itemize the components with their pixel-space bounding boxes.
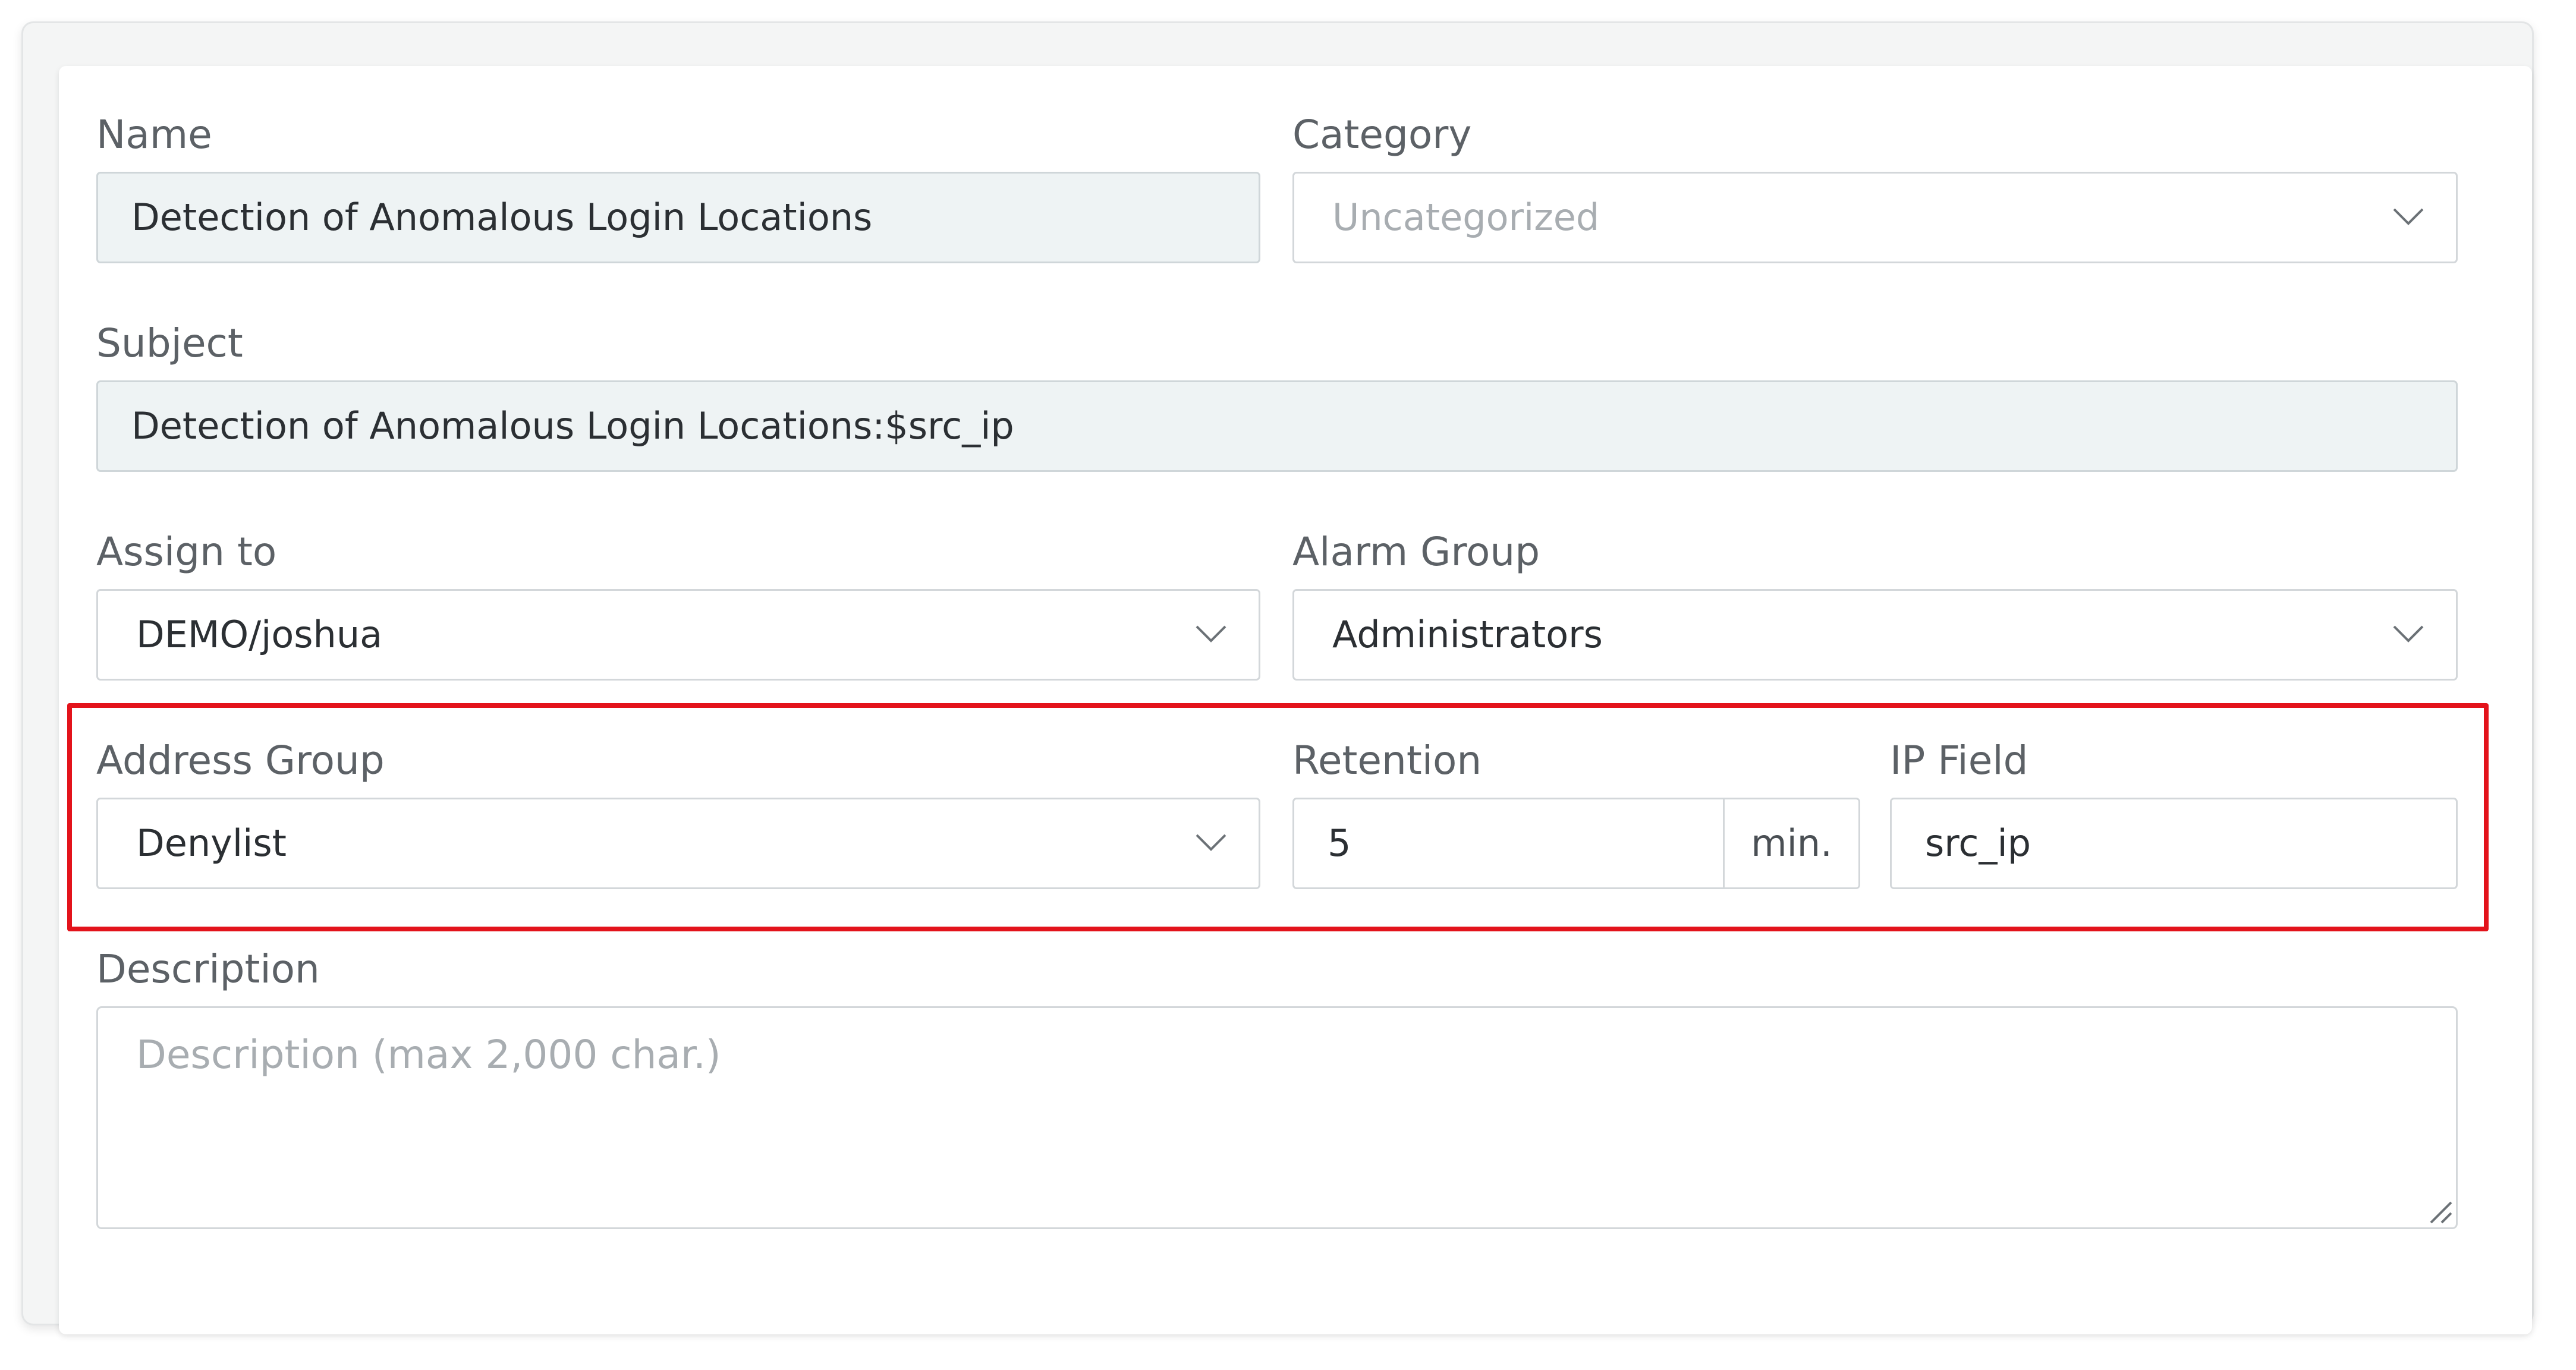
chevron-down-icon xyxy=(1194,830,1228,854)
category-label: Category xyxy=(1292,112,1472,158)
category-placeholder: Uncategorized xyxy=(1332,196,1600,239)
ip-field-label: IP Field xyxy=(1890,738,2028,783)
category-select[interactable]: Uncategorized xyxy=(1292,172,2458,263)
alarm-group-select[interactable]: Administrators xyxy=(1292,589,2458,681)
assign-to-label: Assign to xyxy=(96,529,277,575)
address-group-label: Address Group xyxy=(96,738,385,783)
name-field[interactable]: Detection of Anomalous Login Locations xyxy=(96,172,1260,263)
chevron-down-icon xyxy=(2392,204,2425,228)
address-group-value: Denylist xyxy=(136,821,287,865)
description-placeholder: Description (max 2,000 char.) xyxy=(136,1032,721,1078)
retention-label: Retention xyxy=(1292,738,1482,783)
assign-to-value: DEMO/joshua xyxy=(136,613,383,656)
description-label: Description xyxy=(96,946,320,992)
name-label: Name xyxy=(96,112,212,158)
subject-label: Subject xyxy=(96,320,243,366)
retention-input[interactable]: 5 xyxy=(1292,798,1725,889)
subject-value: Detection of Anomalous Login Locations:$… xyxy=(131,404,1014,448)
chevron-down-icon xyxy=(1194,622,1228,645)
chevron-down-icon xyxy=(2392,622,2425,645)
ip-field-value: src_ip xyxy=(1925,821,2031,865)
resize-handle-icon[interactable] xyxy=(2427,1199,2454,1225)
ip-field-input[interactable]: src_ip xyxy=(1890,798,2458,889)
alarm-group-label: Alarm Group xyxy=(1292,529,1540,575)
retention-value: 5 xyxy=(1328,821,1351,865)
name-value: Detection of Anomalous Login Locations xyxy=(131,196,873,239)
description-textarea[interactable]: Description (max 2,000 char.) xyxy=(96,1006,2458,1229)
assign-to-select[interactable]: DEMO/joshua xyxy=(96,589,1260,681)
retention-unit: min. xyxy=(1725,798,1860,889)
alarm-group-value: Administrators xyxy=(1332,613,1603,656)
address-group-select[interactable]: Denylist xyxy=(96,798,1260,889)
subject-field[interactable]: Detection of Anomalous Login Locations:$… xyxy=(96,380,2458,472)
